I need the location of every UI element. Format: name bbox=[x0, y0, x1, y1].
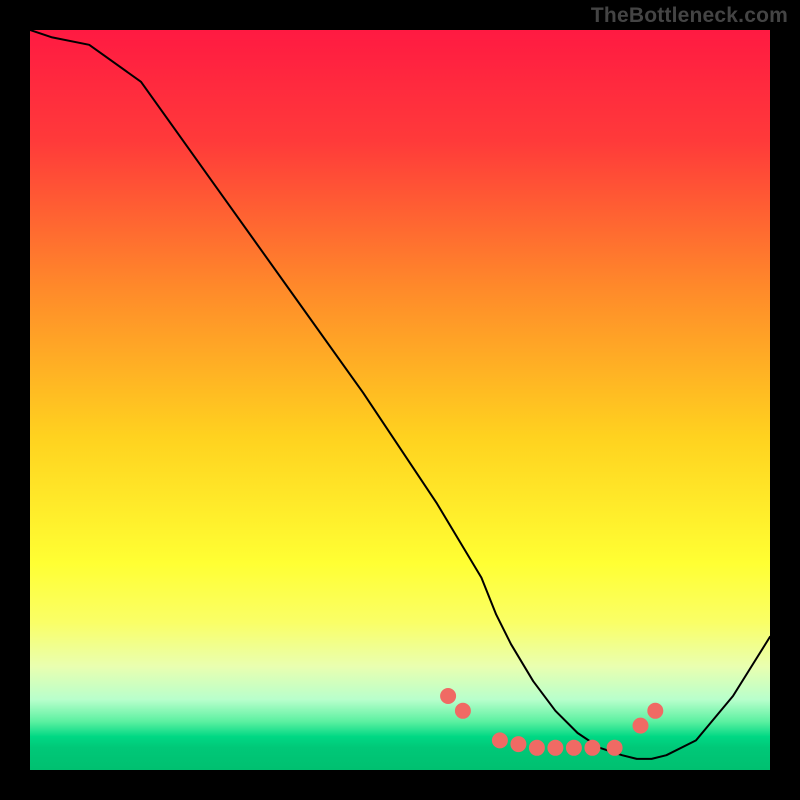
data-marker bbox=[455, 703, 470, 718]
data-marker bbox=[441, 689, 456, 704]
attribution-text: TheBottleneck.com bbox=[591, 4, 788, 28]
data-marker bbox=[529, 740, 544, 755]
data-marker bbox=[607, 740, 622, 755]
data-marker bbox=[566, 740, 581, 755]
chart-container: TheBottleneck.com bbox=[0, 0, 800, 800]
chart-svg bbox=[30, 30, 770, 770]
data-marker bbox=[648, 703, 663, 718]
data-marker bbox=[548, 740, 563, 755]
data-marker bbox=[511, 737, 526, 752]
gradient-background bbox=[30, 30, 770, 770]
data-marker bbox=[585, 740, 600, 755]
data-marker bbox=[633, 718, 648, 733]
data-marker bbox=[492, 733, 507, 748]
